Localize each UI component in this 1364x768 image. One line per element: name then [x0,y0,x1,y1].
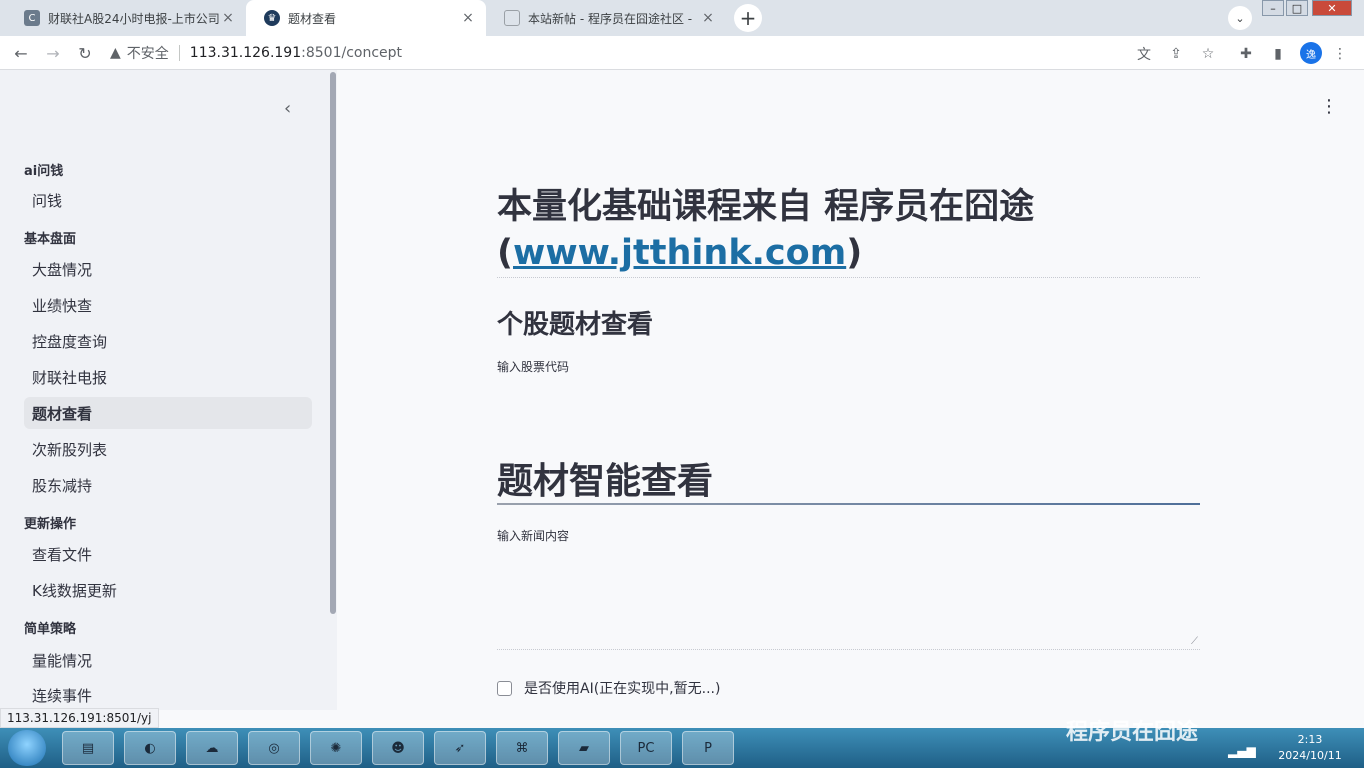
sidebar-item-wenqian[interactable]: 问钱 [24,184,312,216]
link-status-bar: 113.31.126.191:8501/yj [0,708,159,728]
title-link-line: (www.jtthink.com) [497,233,863,273]
side-panel-icon[interactable]: ▮ [1268,44,1288,64]
news-content-label: 输入新闻内容 [497,529,570,543]
share-icon[interactable]: ⇪ [1166,44,1186,64]
reload-icon[interactable]: ↻ [74,42,96,64]
translate-icon[interactable]: 文 [1134,44,1154,64]
profile-avatar[interactable]: 逸 [1300,42,1322,64]
sidebar-item-earnings-quick[interactable]: 业绩快查 [24,289,312,321]
collapse-sidebar-chevron-icon[interactable]: ‹ [284,98,291,119]
sidebar-section-title: 更新操作 [24,517,77,532]
sidebar-item-shareholder-reduction[interactable]: 股东减持 [24,469,312,501]
streamlit-favicon-icon: ♛ [264,10,280,26]
url-path: :8501/concept [301,45,403,61]
back-arrow-icon[interactable]: ← [10,42,32,64]
sidebar-item-consecutive-events[interactable]: 连续事件 [24,679,312,710]
sidebar-item-cls-telegraph[interactable]: 财联社电报 [24,361,312,393]
title-line: 本量化基础课程来自 程序员在囧途 [497,187,1035,227]
sidebar-item-view-files[interactable]: 查看文件 [24,538,312,570]
powerpoint-icon[interactable]: P [682,731,734,765]
mail-bird-icon[interactable]: ➶ [434,731,486,765]
sidebar-item-concept-view[interactable]: 题材查看 [24,397,312,429]
system-clock[interactable]: 2:13 2024/10/11 [1270,732,1350,764]
start-button-icon[interactable] [8,730,46,766]
stock-code-label: 输入股票代码 [497,360,570,374]
tab-label: 本站新帖 - 程序员在囧途社区 - [528,11,693,26]
use-ai-checkbox[interactable] [497,680,512,696]
jtthink-link[interactable]: www.jtthink.com [513,233,846,273]
chat-app-icon[interactable]: ☁ [186,731,238,765]
tab-label: 题材查看 [288,11,337,26]
minimize-icon[interactable]: – [1262,0,1284,16]
network-tool-icon[interactable]: ⌘ [496,731,548,765]
tab-search-icon[interactable]: ⌄ [1228,6,1252,30]
news-content-textarea[interactable]: ⟋ [497,552,1200,650]
tab-concept[interactable]: ♛ 题材查看 × [246,0,486,36]
sidebar-item-control-query[interactable]: 控盘度查询 [24,325,312,357]
sidebar-scrollbar[interactable] [330,72,336,614]
forward-arrow-icon[interactable]: → [42,42,64,64]
close-tab-icon[interactable]: × [220,10,236,26]
sidebar: ‹ ai问钱 问钱 基本盘面 大盘情况 业绩快查 控盘度查询 财联社电报 题材查… [0,70,337,710]
resize-handle-icon[interactable]: ⟋ [1191,636,1198,647]
sidebar-section-title: 简单策略 [24,622,77,637]
app-shell-icon[interactable]: ✺ [310,731,362,765]
stock-code-input[interactable] [497,380,1200,414]
page-favicon-icon [504,10,520,26]
sidebar-section-title: 基本盘面 [24,232,77,247]
maximize-icon[interactable]: □ [1286,0,1308,16]
section-title-stock-concept: 个股题材查看 [497,310,654,340]
warning-triangle-icon: ▲ [110,45,121,61]
insecure-label: 不安全 [126,46,169,62]
extensions-puzzle-icon[interactable]: ✚ [1236,44,1256,64]
cls-favicon-icon: C [24,10,40,26]
close-window-icon[interactable]: ✕ [1312,0,1352,16]
title-divider [497,277,1200,278]
section-divider [497,503,1200,505]
use-ai-label: 是否使用AI(正在实现中,暂无...) [524,681,721,697]
sidebar-item-kline-update[interactable]: K线数据更新 [24,574,312,606]
qq-penguin-icon[interactable]: ☻ [372,731,424,765]
tab-label: 财联社A股24小时电报-上市公司 [48,11,220,26]
close-tab-icon[interactable]: × [460,10,476,26]
use-ai-checkbox-row[interactable]: 是否使用AI(正在实现中,暂无...) [497,678,720,698]
sidebar-section-title: ai问钱 [24,164,64,179]
sidebar-item-volume[interactable]: 量能情况 [24,644,312,676]
app-menu-icon[interactable]: ⋮ [1320,96,1338,117]
tray-network-icon[interactable]: ▂▄▆ [1228,744,1256,758]
explorer-icon[interactable]: ▤ [62,731,114,765]
browser-toolbar: ← → ↻ ▲ 不安全 113.31.126.191 :8501/concept… [0,36,1364,70]
page-title: 本量化基础课程来自 程序员在囧途 (www.jtthink.com) [497,184,1197,276]
close-tab-icon[interactable]: × [700,10,716,26]
omnibox-divider [178,45,180,61]
tab-cls-telegraph[interactable]: C 财联社A股24小时电报-上市公司 × [6,0,246,36]
browser-menu-icon[interactable]: ⋮ [1330,44,1350,64]
watermark: 程序员在囧途 [1066,720,1199,745]
sidebar-item-new-stocks[interactable]: 次新股列表 [24,433,312,465]
chrome-icon[interactable]: ◎ [248,731,300,765]
section-title-smart-concept: 题材智能查看 [497,461,714,502]
address-bar[interactable]: ▲ 不安全 113.31.126.191 :8501/concept [110,40,1190,66]
browser-tab-bar: C 财联社A股24小时电报-上市公司 × ♛ 题材查看 × 本站新帖 - 程序员… [0,0,1364,36]
tab-jtthink-forum[interactable]: 本站新帖 - 程序员在囧途社区 - × [486,0,726,36]
url-host: 113.31.126.191 [189,45,302,61]
sidebar-item-market-overview[interactable]: 大盘情况 [24,253,312,285]
pycharm-icon[interactable]: PC [620,731,672,765]
new-tab-button[interactable]: + [734,4,762,32]
bookmark-star-icon[interactable]: ☆ [1198,44,1218,64]
media-player-icon[interactable]: ◐ [124,731,176,765]
folder-icon[interactable]: ▰ [558,731,610,765]
